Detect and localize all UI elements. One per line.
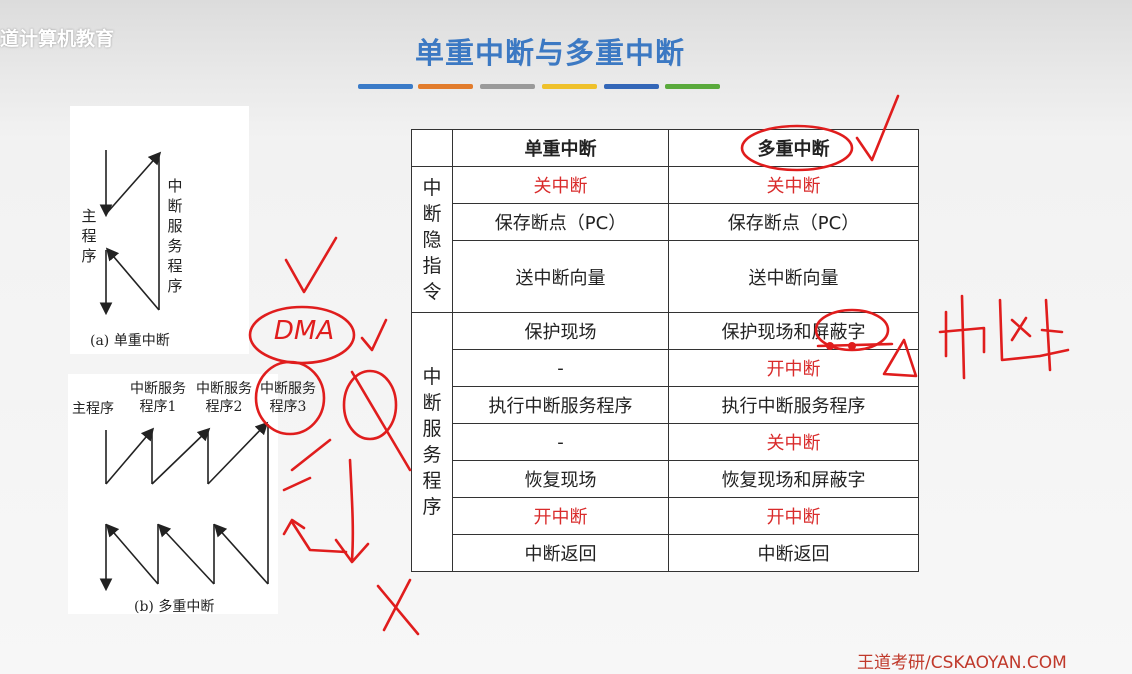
accent-bar-2 — [418, 84, 473, 89]
cell-single: 保护现场 — [452, 312, 669, 350]
cross-stroke — [350, 370, 412, 472]
table-row: - 开中断 — [412, 349, 919, 387]
handwritten-zhong — [938, 294, 986, 380]
table-row: 保存断点（PC） 保存断点（PC） — [412, 203, 919, 241]
cell-multi: 中断返回 — [668, 534, 919, 572]
cell-multi: 保存断点（PC） — [668, 203, 919, 241]
cell-single: 开中断 — [452, 497, 669, 535]
isr3-label: 中断服务程序3 — [260, 381, 316, 415]
cell-single: 保存断点（PC） — [452, 203, 669, 241]
cell-single: - — [452, 423, 669, 461]
brand-watermark: 道计算机教育 — [0, 24, 114, 51]
figure-multi-interrupt: 主程序 中断服务程序1 中断服务程序2 中断服务程序3 (b) 多重中断 — [68, 374, 316, 615]
group-implicit-instruction-label: 中断隐指令 — [422, 176, 442, 303]
main-program-label: 主程序 — [81, 207, 97, 265]
cell-single: 中断返回 — [452, 534, 669, 572]
footer-brand: 王道考研/CSKAOYAN.COM — [857, 653, 1067, 673]
group-implicit-instruction: 中断隐指令 — [411, 166, 453, 313]
cell-multi: 执行中断服务程序 — [668, 386, 919, 424]
accent-bar-4 — [542, 84, 597, 89]
table-row: 送中断向量 送中断向量 — [412, 240, 919, 313]
header-corner — [411, 129, 453, 167]
table-row: 中断隐指令 关中断 关中断 — [411, 166, 919, 313]
slide-title: 单重中断与多重中断 — [414, 36, 685, 70]
isr1-label: 中断服务程序1 — [130, 381, 186, 415]
check-mark-dma — [360, 318, 388, 352]
accent-bar-1 — [358, 84, 413, 89]
handwritten-duan — [998, 298, 1070, 372]
table-row: 恢复现场 恢复现场和屏蔽字 — [412, 460, 919, 498]
table-row: - 关中断 — [412, 423, 919, 461]
x-mark-1 — [376, 584, 420, 636]
cell-multi: 恢复现场和屏蔽字 — [668, 460, 919, 498]
check-mark-dma-top — [284, 236, 338, 294]
dma-handwritten: DMA — [273, 316, 335, 346]
cell-multi: 关中断 — [668, 166, 919, 204]
group-isr: 中断服务程序 — [411, 312, 453, 572]
table-row: 中断返回 中断返回 — [412, 534, 919, 572]
down-arrow-head — [334, 538, 370, 564]
cell-multi: 送中断向量 — [668, 240, 919, 313]
cell-multi: 开中断 — [668, 349, 919, 387]
cell-multi: 保护现场和屏蔽字 — [668, 312, 919, 350]
dash-mark-2 — [282, 476, 312, 492]
return-arrow — [290, 520, 348, 554]
accent-bar-6 — [665, 84, 720, 89]
group-isr-label: 中断服务程序 — [422, 366, 442, 518]
multi-main-program-label: 主程序 — [72, 401, 114, 417]
cell-single: 送中断向量 — [452, 240, 669, 313]
cell-single: 关中断 — [452, 166, 669, 204]
cell-multi: 开中断 — [668, 497, 919, 535]
isr2-label: 中断服务程序2 — [196, 381, 252, 415]
cell-single: 执行中断服务程序 — [452, 386, 669, 424]
header-single-interrupt: 单重中断 — [452, 129, 669, 167]
x-mark-2 — [382, 578, 412, 632]
interrupt-comparison-table: 单重中断 多重中断 中断隐指令 关中断 关中断 保存断点（PC） 保存断点（PC… — [411, 129, 919, 572]
table-row: 开中断 开中断 — [412, 497, 919, 535]
cell-single: 恢复现场 — [452, 460, 669, 498]
figure-b-caption: (b) 多重中断 — [134, 599, 215, 615]
cell-multi: 关中断 — [668, 423, 919, 461]
brand-name: 道计算机教育 — [0, 28, 115, 50]
figure-single-interrupt: 主程序 中断服务程序 (a) 单重中断 — [70, 106, 249, 354]
accent-bar-3 — [480, 84, 535, 89]
table-row: 中断服务程序 保护现场 保护现场和屏蔽字 — [411, 312, 919, 572]
down-arrow-line — [348, 458, 355, 562]
isr-label: 中断服务程序 — [167, 177, 183, 295]
table-row: 执行中断服务程序 执行中断服务程序 — [412, 386, 919, 424]
accent-bar-5 — [604, 84, 659, 89]
cell-single: - — [452, 349, 669, 387]
crossed-circle — [342, 369, 398, 441]
figure-a-caption: (a) 单重中断 — [90, 333, 170, 349]
return-arrow-head — [282, 518, 306, 536]
dash-mark — [290, 438, 332, 472]
table-header-row: 单重中断 多重中断 — [411, 129, 919, 167]
header-multi-interrupt: 多重中断 — [668, 129, 919, 167]
